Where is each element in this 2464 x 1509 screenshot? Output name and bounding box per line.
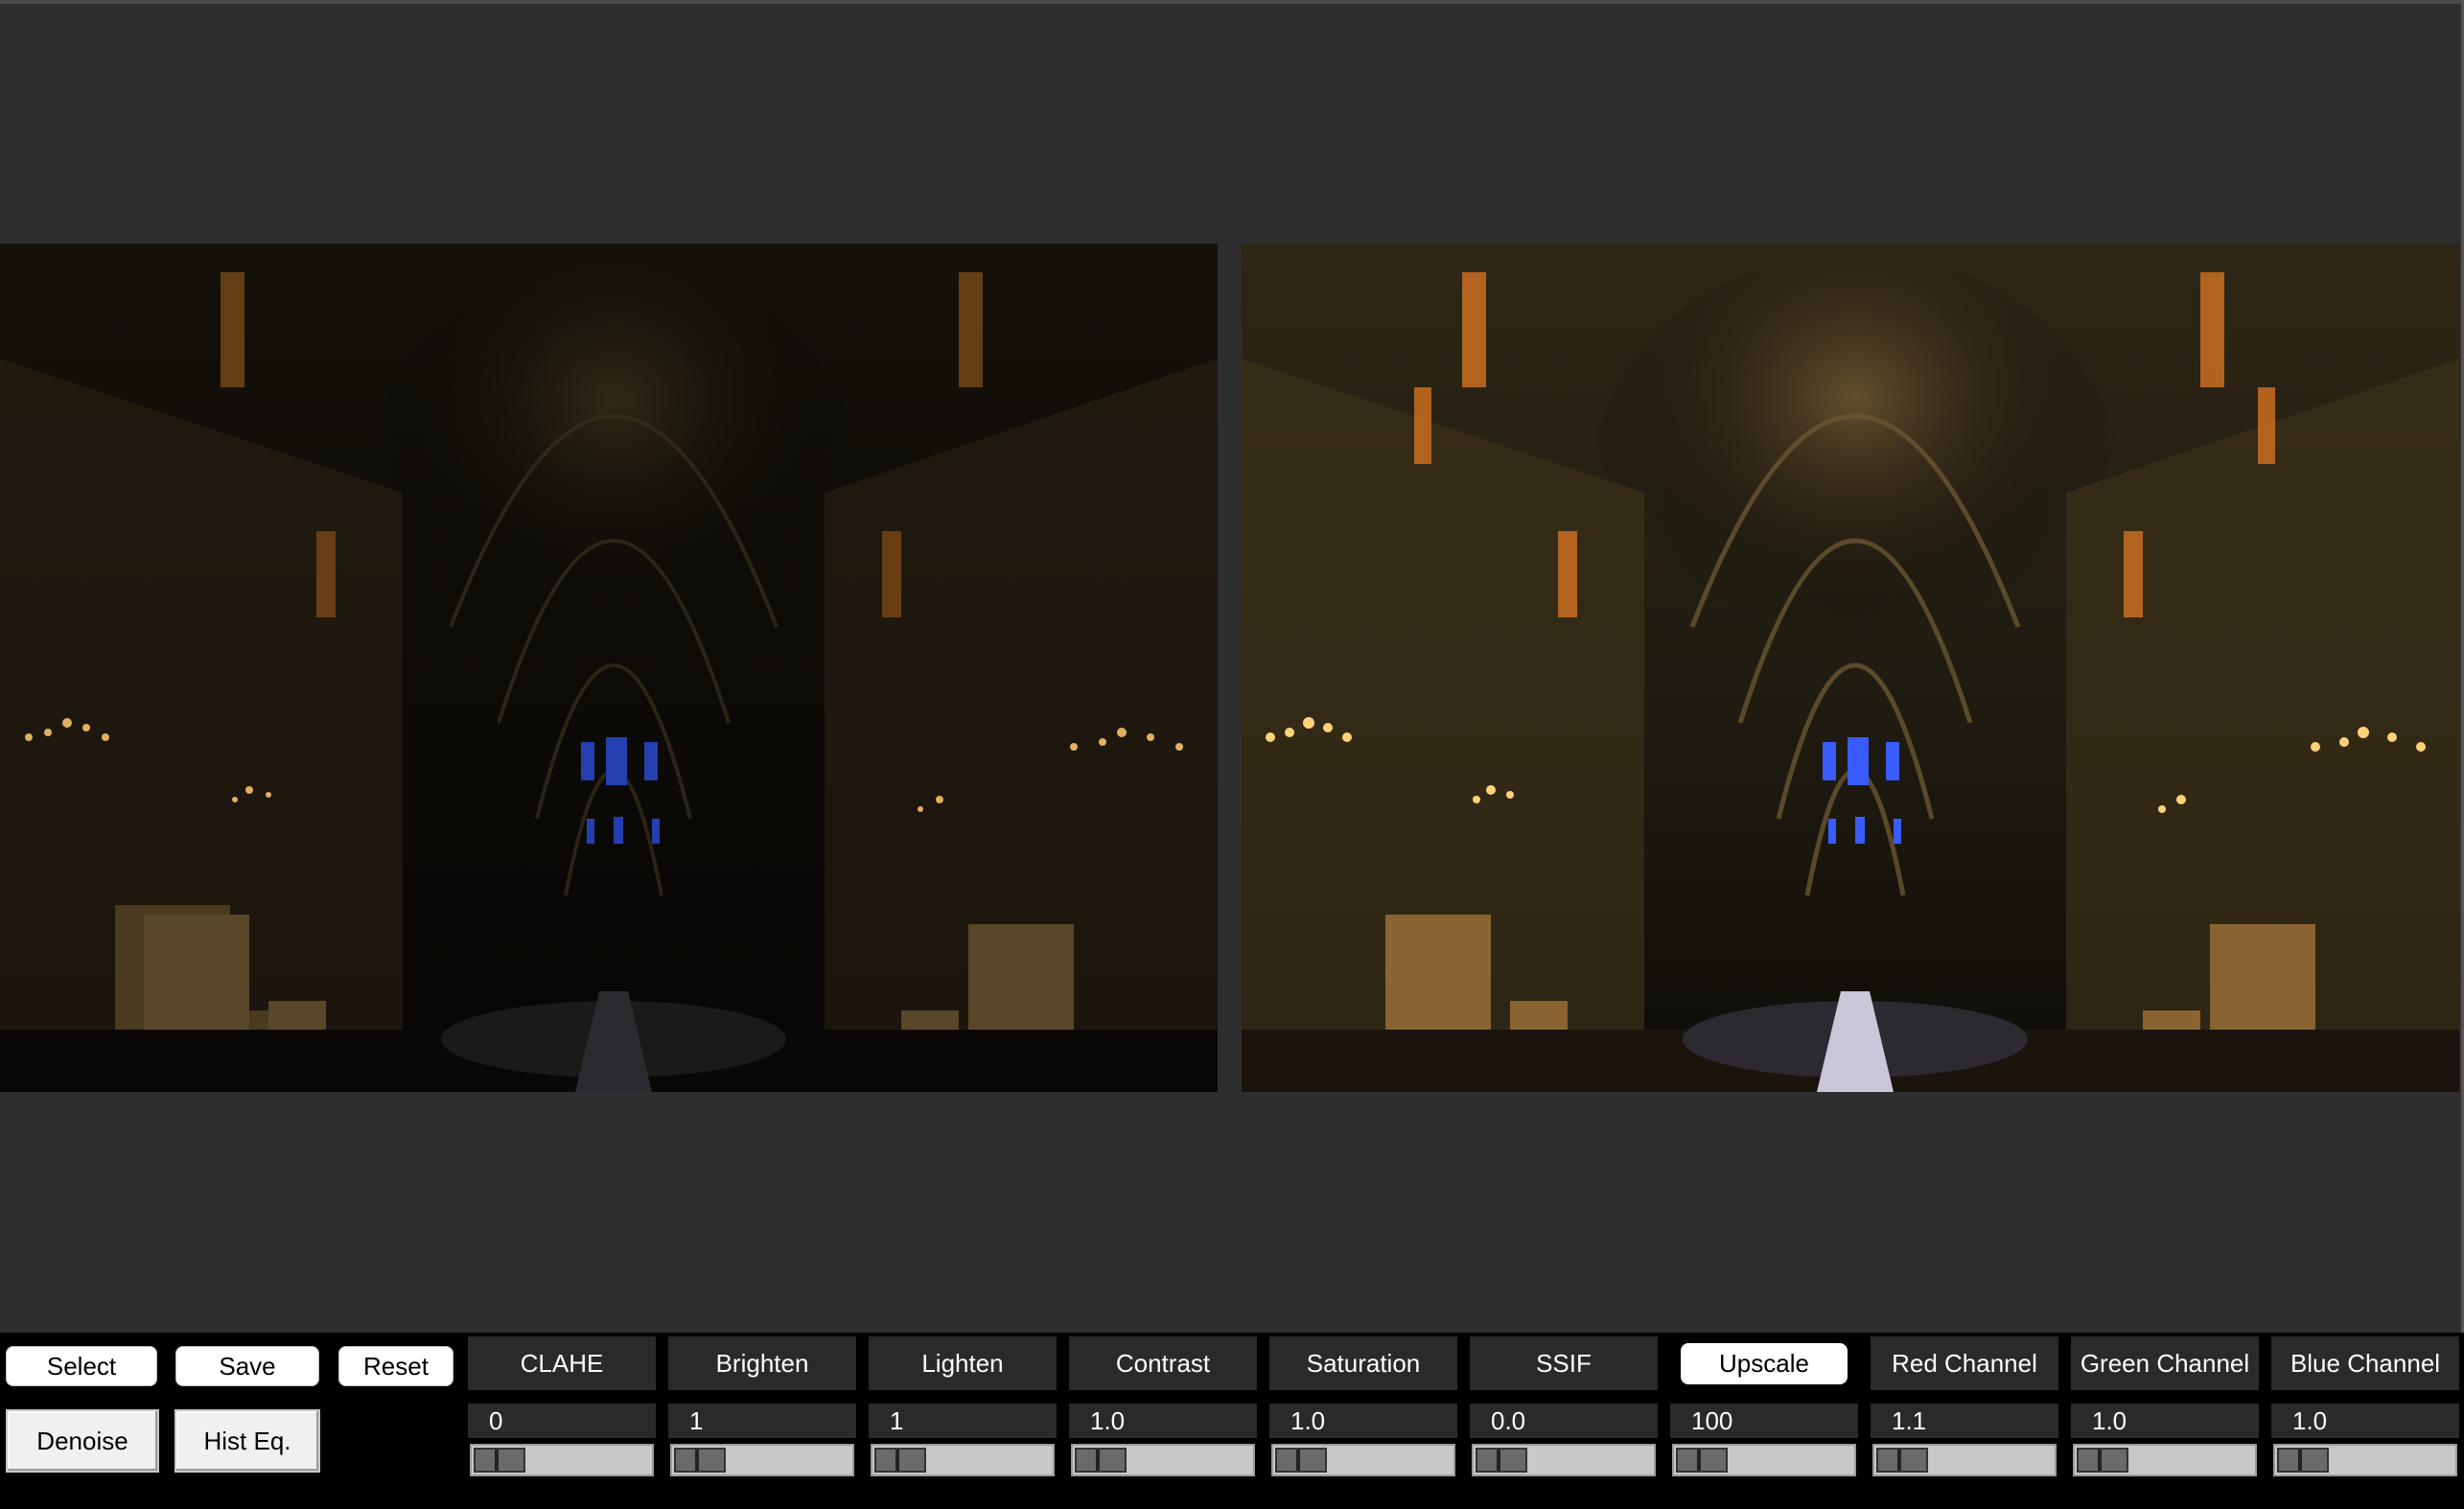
adjustment-value-red-channel[interactable]: 1.1 <box>1871 1404 2058 1438</box>
slider-thumb-green-channel[interactable] <box>2077 1448 2128 1473</box>
adjustment-label-lighten: Lighten <box>921 1348 1004 1378</box>
adjustment-slider-clahe[interactable] <box>470 1444 654 1476</box>
adjustment-value-upscale[interactable]: 100 <box>1670 1404 1858 1438</box>
processed-image <box>1242 244 2459 1092</box>
adjustment-label-contrast: Contrast <box>1115 1348 1211 1378</box>
window-top-border <box>0 0 2464 4</box>
adjustment-slider-upscale[interactable] <box>1672 1444 1856 1476</box>
denoise-button[interactable]: Denoise <box>6 1409 159 1473</box>
adjustment-value-blue-channel[interactable]: 1.0 <box>2271 1404 2459 1438</box>
adjustment-header-lighten[interactable]: Lighten <box>869 1336 1057 1390</box>
adjustment-label-green-channel: Green Channel <box>2080 1348 2250 1378</box>
adjustment-header-ssif[interactable]: SSIF <box>1470 1336 1658 1390</box>
adjustment-label-red-channel: Red Channel <box>1892 1348 2037 1378</box>
select-button[interactable]: Select <box>6 1346 157 1386</box>
reset-button[interactable]: Reset <box>338 1346 453 1386</box>
slider-thumb-brighten[interactable] <box>674 1448 726 1473</box>
adjustment-slider-lighten[interactable] <box>871 1444 1055 1476</box>
adjustment-header-red-channel[interactable]: Red Channel <box>1871 1336 2058 1390</box>
adjustment-slider-contrast[interactable] <box>1071 1444 1255 1476</box>
adjustment-slider-blue-channel[interactable] <box>2273 1444 2457 1476</box>
adjustment-slider-saturation[interactable] <box>1271 1444 1455 1476</box>
adjustment-value-clahe[interactable]: 0 <box>468 1404 656 1438</box>
adjustment-slider-ssif[interactable] <box>1472 1444 1656 1476</box>
adjustment-value-green-channel[interactable]: 1.0 <box>2071 1404 2259 1438</box>
processed-image-panel <box>1242 244 2459 1092</box>
slider-thumb-saturation[interactable] <box>1275 1448 1327 1473</box>
adjustment-header-brighten[interactable]: Brighten <box>668 1336 856 1390</box>
adjustment-label-blue-channel: Blue Channel <box>2290 1348 2441 1378</box>
save-button[interactable]: Save <box>175 1346 319 1386</box>
adjustment-header-green-channel[interactable]: Green Channel <box>2071 1336 2259 1390</box>
slider-thumb-ssif[interactable] <box>1476 1448 1527 1473</box>
adjustment-value-saturation[interactable]: 1.0 <box>1269 1404 1457 1438</box>
adjustment-slider-brighten[interactable] <box>670 1444 854 1476</box>
adjustment-label-ssif: SSIF <box>1536 1348 1592 1378</box>
adjustment-label-clahe: CLAHE <box>520 1348 604 1378</box>
adjustment-value-brighten[interactable]: 1 <box>668 1404 856 1438</box>
adjustment-slider-green-channel[interactable] <box>2073 1444 2257 1476</box>
adjustment-header-saturation[interactable]: Saturation <box>1269 1336 1457 1390</box>
image-enhancer-app: Select Save Reset Denoise Hist Eq. CLAHE… <box>0 0 2464 1509</box>
adjustment-header-upscale[interactable]: Upscale <box>1670 1336 1858 1390</box>
slider-thumb-contrast[interactable] <box>1075 1448 1127 1473</box>
adjustment-value-ssif[interactable]: 0.0 <box>1470 1404 1658 1438</box>
original-image-panel <box>0 244 1218 1092</box>
adjustment-header-blue-channel[interactable]: Blue Channel <box>2271 1336 2459 1390</box>
slider-thumb-red-channel[interactable] <box>1876 1448 1928 1473</box>
adjustment-header-clahe[interactable]: CLAHE <box>468 1336 656 1390</box>
slider-thumb-blue-channel[interactable] <box>2277 1448 2329 1473</box>
original-image <box>0 244 1218 1092</box>
adjustment-slider-red-channel[interactable] <box>1872 1444 2057 1476</box>
slider-thumb-clahe[interactable] <box>474 1448 525 1473</box>
adjustment-value-contrast[interactable]: 1.0 <box>1069 1404 1257 1438</box>
slider-thumb-upscale[interactable] <box>1676 1448 1728 1473</box>
adjustment-label-upscale: Upscale <box>1681 1342 1848 1384</box>
adjustment-label-brighten: Brighten <box>715 1348 809 1378</box>
adjustment-value-lighten[interactable]: 1 <box>869 1404 1057 1438</box>
adjustment-label-saturation: Saturation <box>1306 1348 1421 1378</box>
adjustment-header-contrast[interactable]: Contrast <box>1069 1336 1257 1390</box>
hist-eq-button[interactable]: Hist Eq. <box>174 1409 320 1473</box>
slider-thumb-lighten[interactable] <box>874 1448 926 1473</box>
